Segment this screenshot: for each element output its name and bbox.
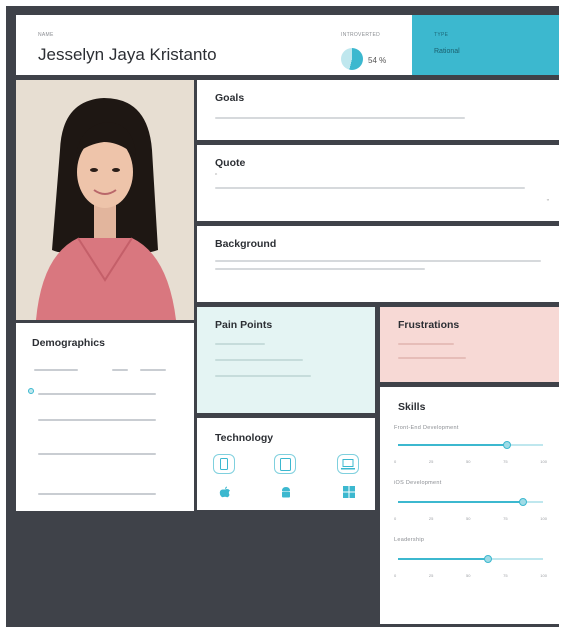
laptop-icon — [337, 454, 359, 474]
demographic-field — [38, 493, 156, 495]
background-text-line-1 — [215, 260, 541, 262]
goals-text — [215, 117, 465, 119]
type-label: TYPE — [434, 32, 449, 38]
age-range-row — [28, 361, 178, 371]
percent-value: 54 % — [368, 56, 387, 65]
skill-slider[interactable] — [398, 441, 543, 449]
header-card: NAME Jesselyn Jaya Kristanto INTROVERTED… — [16, 15, 412, 75]
background-title: Background — [215, 238, 277, 250]
quote-open-mark: “ — [215, 173, 218, 180]
quote-card: Quote “ ” — [197, 145, 559, 221]
windows-icon — [343, 486, 355, 498]
goals-title: Goals — [215, 92, 245, 104]
skills-card: Skills Front-End Development 0 25 50 75 100 … — [380, 387, 559, 624]
frustration-item — [398, 357, 466, 359]
demographics-card: Demographics — [16, 323, 194, 511]
persona-name: Jesselyn Jaya Kristanto — [38, 45, 217, 64]
background-text-line-2 — [215, 268, 425, 270]
skill-slider[interactable] — [398, 555, 543, 563]
tablet-icon — [274, 454, 296, 474]
phone-icon — [213, 454, 235, 474]
skill-label: Front-End Development — [394, 425, 459, 431]
demographic-field — [38, 419, 156, 421]
skill-label: Leadership — [394, 537, 425, 543]
skill-slider-handle[interactable] — [518, 498, 527, 506]
goals-card: Goals — [197, 80, 559, 140]
type-block: TYPE Rational — [412, 15, 559, 75]
skill-ticks: 0 25 50 75 100 — [394, 459, 547, 464]
technology-card: Technology — [197, 418, 375, 510]
gender-radio[interactable] — [28, 388, 34, 394]
skill-slider-handle[interactable] — [483, 555, 492, 563]
android-icon — [282, 487, 290, 498]
frustration-item — [398, 343, 454, 345]
pain-points-card: Pain Points — [197, 307, 375, 413]
quote-text — [215, 187, 525, 189]
age-value-line — [112, 369, 128, 371]
portrait-image — [16, 80, 194, 320]
demographic-field — [38, 393, 156, 395]
percent-pie-icon — [341, 48, 363, 70]
background-card: Background — [197, 226, 559, 302]
skill-ticks: 0 25 50 75 100 — [394, 516, 547, 521]
apple-icon — [219, 486, 230, 498]
persona-board: NAME Jesselyn Jaya Kristanto INTROVERTED… — [6, 6, 559, 627]
pain-point-item — [215, 343, 265, 345]
demographics-title: Demographics — [32, 337, 105, 349]
age-max-line — [140, 369, 166, 371]
type-value: Rational — [434, 48, 460, 55]
technology-title: Technology — [215, 432, 274, 444]
frustrations-title: Frustrations — [398, 319, 460, 331]
persona-photo — [16, 80, 194, 320]
skill-label: iOS Development — [394, 480, 442, 486]
skill-slider-handle[interactable] — [502, 441, 511, 449]
skill-ticks: 0 25 50 75 100 — [394, 573, 547, 578]
pain-points-title: Pain Points — [215, 319, 273, 331]
pain-point-item — [215, 375, 311, 377]
pain-point-item — [215, 359, 303, 361]
skills-title: Skills — [398, 401, 426, 413]
name-label: NAME — [38, 32, 54, 38]
frustrations-card: Frustrations — [380, 307, 559, 382]
skill-slider[interactable] — [398, 498, 543, 506]
quote-title: Quote — [215, 157, 246, 169]
age-min-line — [34, 369, 78, 371]
percent-label: INTROVERTED — [341, 32, 381, 38]
demographic-field — [38, 453, 156, 455]
quote-close-mark: ” — [546, 199, 549, 206]
